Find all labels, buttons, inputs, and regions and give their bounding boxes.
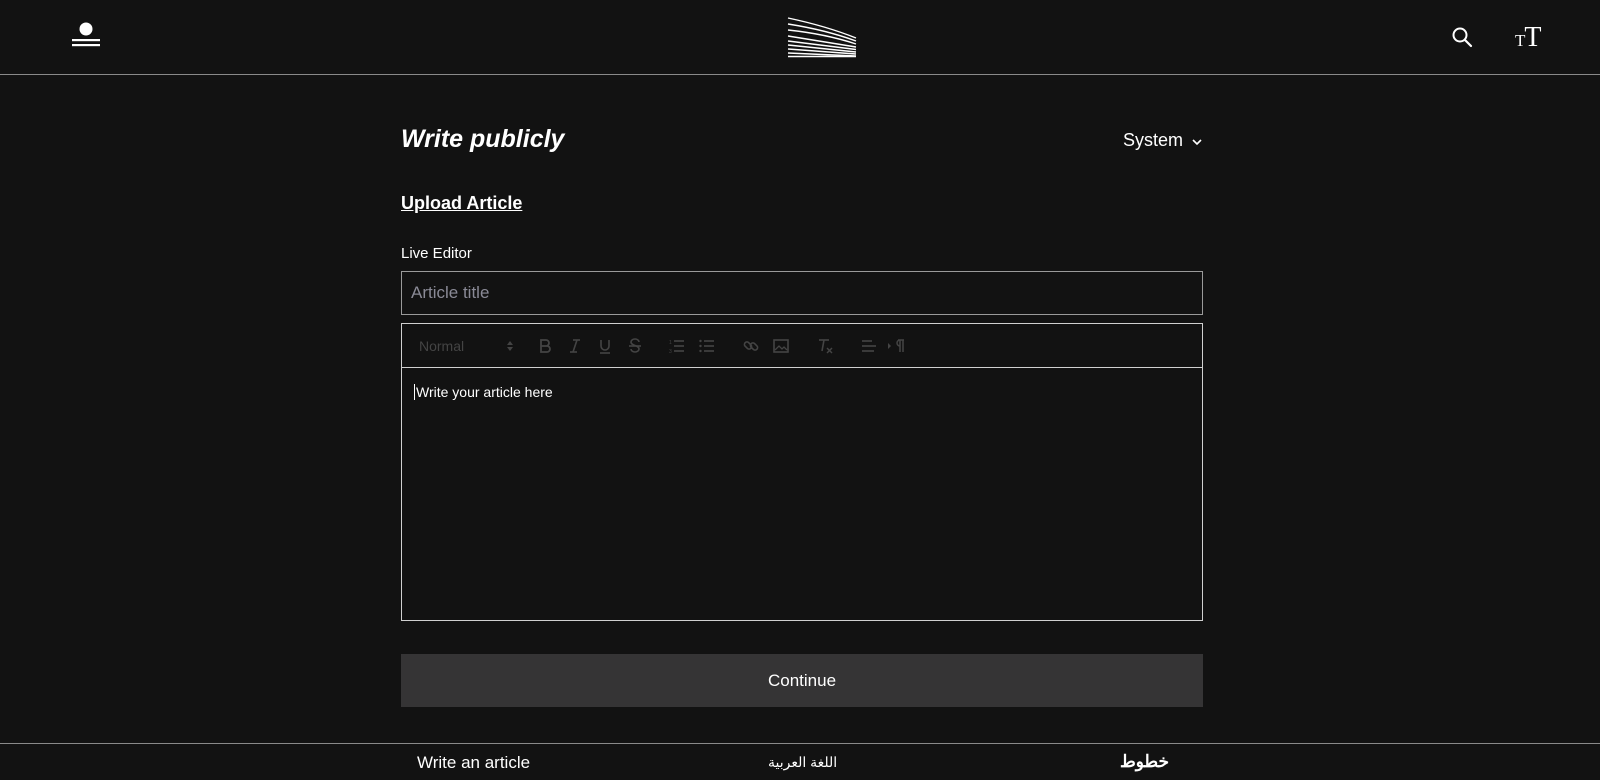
user-icon[interactable] xyxy=(70,20,102,52)
footer-bar: Write an article اللغة العربية خطوط xyxy=(0,743,1600,780)
continue-button[interactable]: Continue xyxy=(401,654,1203,707)
bullet-list-icon[interactable] xyxy=(698,336,716,356)
align-icon[interactable] xyxy=(860,336,878,356)
article-body-editor[interactable]: Write your article here xyxy=(402,368,1202,620)
bold-icon[interactable] xyxy=(536,336,554,356)
text-caret xyxy=(414,384,415,400)
chevron-down-icon xyxy=(1192,138,1202,145)
image-icon[interactable] xyxy=(772,336,790,356)
rich-text-editor: Normal 13 Write your article here xyxy=(401,323,1203,621)
sort-arrows-icon xyxy=(507,341,513,351)
visibility-selected: System xyxy=(1122,130,1183,150)
page-title: Write publicly xyxy=(401,125,565,153)
underline-icon[interactable] xyxy=(596,336,614,356)
live-editor-label: Live Editor xyxy=(401,245,472,262)
publication-logo[interactable] xyxy=(786,16,858,58)
text-size-big: T xyxy=(1524,22,1542,53)
italic-icon[interactable] xyxy=(566,336,584,356)
strikethrough-icon[interactable] xyxy=(626,336,644,356)
article-body-text: Write your article here xyxy=(416,384,553,400)
svg-text:3: 3 xyxy=(669,349,672,354)
format-selected: Normal xyxy=(419,338,465,354)
write-article-link[interactable]: Write an article xyxy=(417,753,530,773)
brand-link[interactable]: خطوط xyxy=(1120,752,1169,772)
text-direction-icon[interactable] xyxy=(886,336,906,356)
article-title-input[interactable] xyxy=(401,271,1203,315)
search-icon[interactable] xyxy=(1450,25,1474,49)
ordered-list-icon[interactable]: 13 xyxy=(668,336,686,356)
text-size-icon[interactable]: TT xyxy=(1515,22,1542,53)
visibility-dropdown[interactable]: System xyxy=(1123,130,1203,151)
editor-toolbar: Normal 13 xyxy=(402,324,1202,368)
arabic-language-link[interactable]: اللغة العربية xyxy=(768,754,837,771)
upload-article-link[interactable]: Upload Article xyxy=(401,193,522,214)
format-select[interactable]: Normal xyxy=(419,336,514,356)
link-icon[interactable] xyxy=(742,336,760,356)
clear-format-icon[interactable] xyxy=(816,336,834,356)
top-bar: TT xyxy=(0,0,1600,75)
svg-text:1: 1 xyxy=(669,340,672,346)
